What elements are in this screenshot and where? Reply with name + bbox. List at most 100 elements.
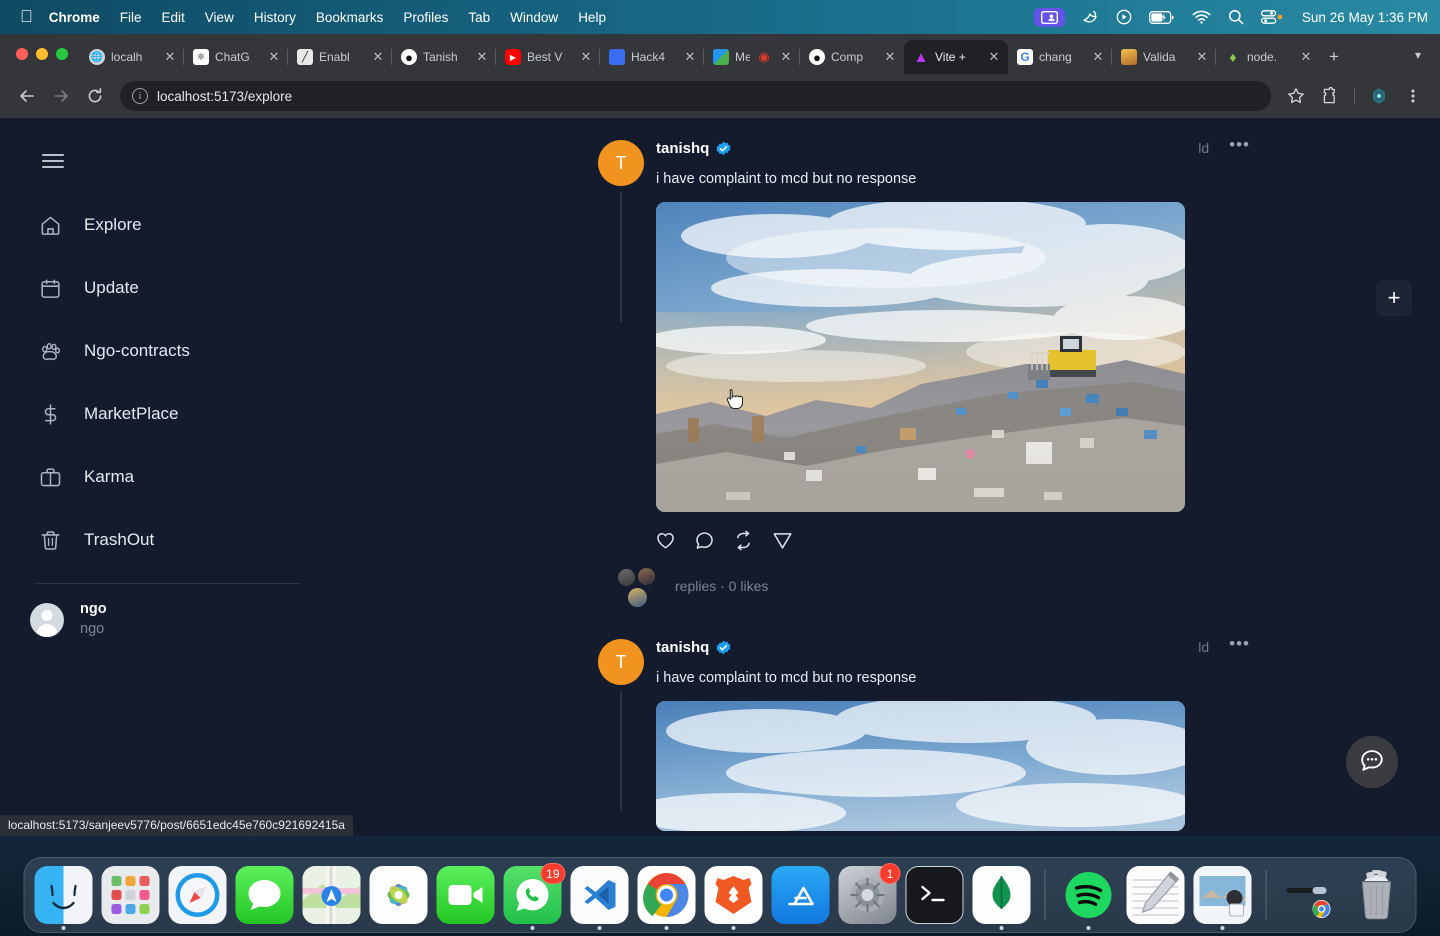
dock-item-messages[interactable]	[235, 866, 294, 924]
apple-logo-icon[interactable]: 	[20, 8, 33, 25]
sidebar-item-ngo-contracts[interactable]: Ngo-contracts	[0, 326, 312, 376]
dock-item-notes[interactable]	[1126, 866, 1185, 924]
browser-tab-chatgpt[interactable]: ⚛ ChatG ✕	[183, 40, 288, 74]
post-meta-text[interactable]: replies · 0 likes	[675, 578, 768, 594]
new-tab-button[interactable]: +	[1320, 40, 1348, 74]
browser-tab-enable[interactable]: ╱ Enabl ✕	[287, 40, 392, 74]
menu-history[interactable]: History	[254, 10, 296, 25]
post-image-sky[interactable]	[656, 701, 1185, 831]
menu-bookmarks[interactable]: Bookmarks	[316, 10, 384, 25]
menu-chrome[interactable]: Chrome	[49, 10, 100, 25]
browser-tab-localhost[interactable]: 🌐 localh ✕	[80, 40, 184, 74]
share-icon[interactable]	[767, 525, 797, 555]
dock-item-vscode[interactable]	[570, 866, 629, 930]
wifi-icon[interactable]	[1192, 10, 1211, 24]
menu-profiles[interactable]: Profiles	[403, 10, 448, 25]
post-author-avatar[interactable]: T	[598, 639, 644, 685]
profile-avatar-icon[interactable]	[1364, 81, 1394, 111]
post-more-options-icon[interactable]: •••	[1229, 635, 1250, 655]
close-tab-icon[interactable]: ✕	[162, 49, 178, 65]
browser-tab-drive[interactable]: Me ◉ ✕	[703, 40, 800, 74]
shortcuts-icon[interactable]	[1082, 9, 1099, 25]
close-tab-icon[interactable]: ✕	[370, 49, 386, 65]
post-author-avatar[interactable]: T	[598, 140, 644, 186]
browser-tab-github-comp[interactable]: ● Comp ✕	[799, 40, 904, 74]
dock-item-brave[interactable]	[704, 866, 763, 930]
close-tab-icon[interactable]: ✕	[474, 49, 490, 65]
address-bar[interactable]: i localhost:5173/explore	[120, 81, 1271, 111]
dock-item-preview[interactable]	[1193, 866, 1252, 930]
menu-window[interactable]: Window	[510, 10, 558, 25]
sidebar-item-update[interactable]: Update	[0, 263, 312, 313]
close-window-button[interactable]	[16, 48, 28, 60]
chrome-menu-icon[interactable]	[1398, 81, 1428, 111]
battery-charging-icon[interactable]	[1148, 10, 1175, 24]
hamburger-menu-icon[interactable]	[42, 154, 64, 168]
close-tab-icon[interactable]: ✕	[1194, 49, 1210, 65]
close-tab-icon[interactable]: ✕	[578, 49, 594, 65]
dock-item-mongodb[interactable]	[972, 866, 1031, 930]
dock-item-maps[interactable]	[302, 866, 361, 924]
site-info-icon[interactable]: i	[132, 88, 148, 104]
dock-item-trash[interactable]	[1348, 866, 1406, 924]
extensions-icon[interactable]	[1315, 81, 1345, 111]
dock-item-photos[interactable]	[369, 866, 428, 924]
menubar-datetime[interactable]: Sun 26 May 1:36 PM	[1302, 10, 1428, 25]
maximize-window-button[interactable]	[56, 48, 68, 60]
comment-icon[interactable]	[689, 525, 719, 555]
sidebar-item-marketplace[interactable]: MarketPlace	[0, 389, 312, 439]
menu-tab[interactable]: Tab	[468, 10, 490, 25]
minimize-window-button[interactable]	[36, 48, 48, 60]
dock-item-app-store[interactable]	[771, 866, 830, 924]
dock-item-whatsapp[interactable]: 19	[503, 863, 566, 930]
dock-item-facetime[interactable]	[436, 866, 495, 924]
browser-tab-nodejs[interactable]: ♦ node. ✕	[1215, 40, 1320, 74]
menu-file[interactable]: File	[120, 10, 142, 25]
forward-arrow-icon[interactable]	[46, 81, 76, 111]
close-tab-icon[interactable]: ✕	[986, 49, 1002, 65]
now-playing-icon[interactable]	[1116, 9, 1132, 25]
close-tab-icon[interactable]: ✕	[1090, 49, 1106, 65]
dock-item-spotify[interactable]	[1060, 866, 1118, 930]
post-image-landfill[interactable]	[656, 202, 1185, 512]
sidebar-item-karma[interactable]: Karma	[0, 452, 312, 502]
close-tab-icon[interactable]: ✕	[882, 49, 898, 65]
browser-tab-validate[interactable]: Valida ✕	[1111, 40, 1216, 74]
close-tab-icon[interactable]: ✕	[778, 49, 794, 65]
post-author-name[interactable]: tanishq	[656, 639, 709, 656]
sidebar-user-profile[interactable]: ngo ngo	[0, 584, 330, 639]
post-author-name[interactable]: tanishq	[656, 140, 709, 157]
repost-icon[interactable]	[728, 525, 758, 555]
browser-tab-github-tanishq[interactable]: ● Tanish ✕	[391, 40, 496, 74]
browser-tab-youtube[interactable]: ▶ Best V ✕	[495, 40, 600, 74]
browser-tab-hack4[interactable]: Hack4 ✕	[599, 40, 704, 74]
control-center-icon[interactable]	[1260, 10, 1283, 24]
reload-icon[interactable]	[80, 81, 110, 111]
chat-fab-button[interactable]	[1346, 736, 1398, 788]
dock-item-finder[interactable]	[34, 866, 93, 930]
dock-item-downloads-stack[interactable]	[1281, 866, 1339, 924]
menu-help[interactable]: Help	[578, 10, 606, 25]
sidebar-item-explore[interactable]: Explore	[0, 200, 312, 250]
dock-item-system-settings[interactable]: 1	[838, 863, 901, 924]
chevron-down-icon[interactable]: ▾	[1404, 41, 1432, 69]
dock-item-chrome[interactable]	[637, 866, 696, 930]
dock-item-safari[interactable]	[168, 866, 227, 924]
reply-facepile[interactable]	[613, 565, 675, 608]
dock-item-launchpad[interactable]	[101, 866, 160, 924]
dock-item-terminal[interactable]	[905, 866, 964, 924]
browser-tab-vite[interactable]: ▲ Vite + ✕	[904, 40, 1008, 74]
sidebar-item-trashout[interactable]: TrashOut	[0, 515, 312, 565]
screen-share-icon[interactable]	[1033, 7, 1065, 27]
bookmark-star-icon[interactable]	[1281, 81, 1311, 111]
browser-tab-changelog[interactable]: G chang ✕	[1008, 40, 1112, 74]
address-bar-url[interactable]: localhost:5173/explore	[157, 89, 292, 104]
close-tab-icon[interactable]: ✕	[1298, 49, 1314, 65]
heart-icon[interactable]	[650, 525, 680, 555]
close-tab-icon[interactable]: ✕	[682, 49, 698, 65]
spotlight-search-icon[interactable]	[1228, 9, 1244, 25]
close-tab-icon[interactable]: ✕	[266, 49, 282, 65]
post-more-options-icon[interactable]: •••	[1229, 136, 1250, 156]
menu-edit[interactable]: Edit	[162, 10, 185, 25]
create-post-button[interactable]: +	[1376, 280, 1412, 316]
